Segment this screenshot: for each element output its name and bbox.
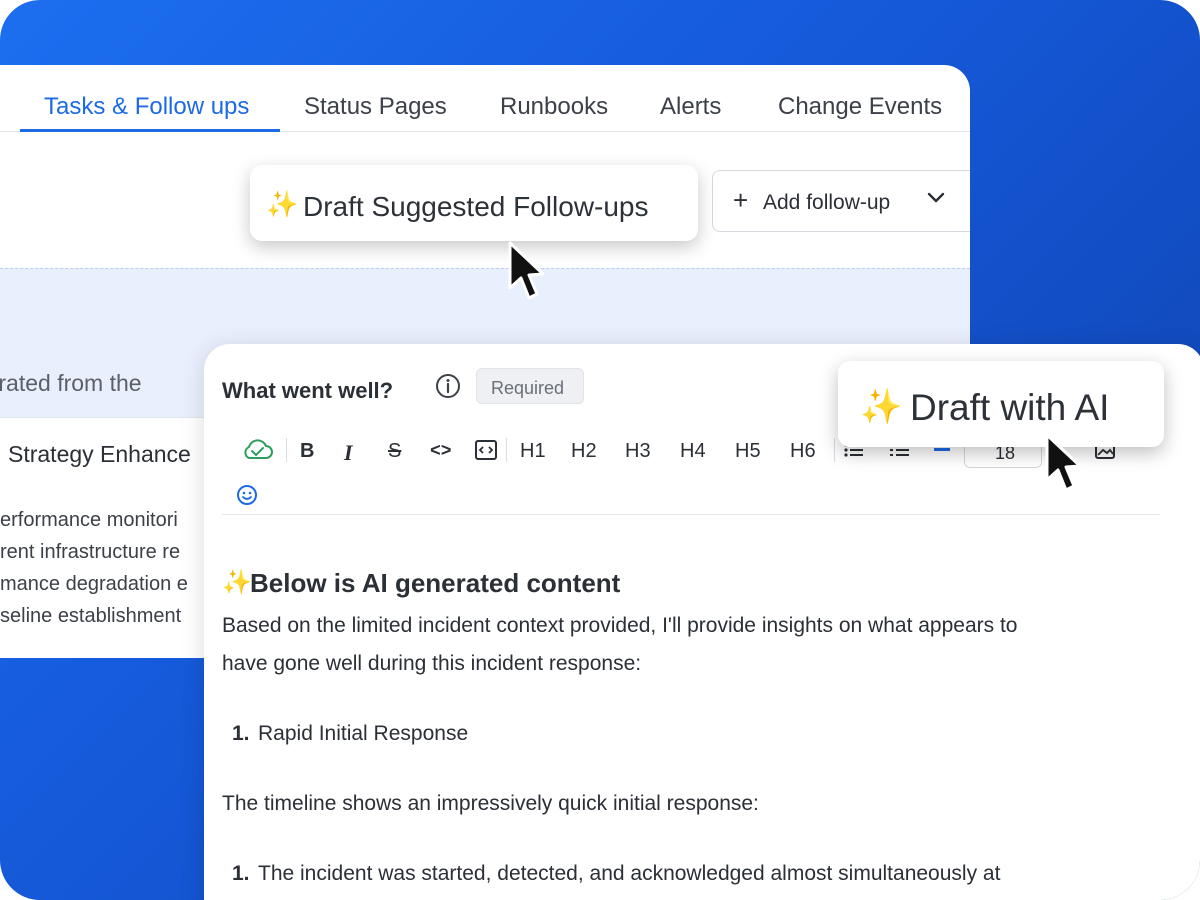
heading-4-button[interactable]: H4 <box>680 440 706 463</box>
draft-with-ai-label: Draft with AI <box>910 387 1110 428</box>
required-badge: Required <box>476 368 584 404</box>
follow-up-line: mance degradation e <box>0 573 188 595</box>
heading-1-button[interactable]: H1 <box>520 440 546 463</box>
list-item-text: Rapid Initial Response <box>258 722 469 745</box>
sparkles-icon: ✨ <box>222 569 252 596</box>
tab-status-pages[interactable]: Status Pages <box>304 93 447 121</box>
required-label: Required <box>491 378 565 398</box>
info-icon[interactable] <box>435 373 461 399</box>
follow-up-line: rent infrastructure re <box>0 541 181 563</box>
paragraph-text: Based on the limited incident context pr… <box>222 614 1018 637</box>
tab-alerts[interactable]: Alerts <box>660 93 721 121</box>
draft-suggested-follow-ups-button[interactable]: ✨ Draft Suggested Follow-ups <box>250 165 698 241</box>
heading-6-button[interactable]: H6 <box>790 440 816 463</box>
bold-button[interactable]: B <box>300 440 314 463</box>
italic-button[interactable]: I <box>344 440 353 466</box>
add-follow-up-label: Add follow-up <box>763 191 891 214</box>
draft-follow-ups-label: Draft Suggested Follow-ups <box>303 191 649 222</box>
ai-content-heading: Below is AI generated content <box>250 568 621 598</box>
toolbar-separator <box>286 438 287 462</box>
mouse-cursor-icon <box>1045 433 1082 492</box>
tab-bar: Tasks & Follow ups Status Pages Runbooks… <box>0 65 970 132</box>
follow-up-line: erformance monitori <box>0 509 178 531</box>
sparkles-icon: ✨ <box>860 388 903 426</box>
background-frame: Tasks & Follow ups Status Pages Runbooks… <box>0 0 1200 900</box>
heading-2-button[interactable]: H2 <box>571 440 597 463</box>
active-tab-indicator <box>20 129 280 132</box>
chevron-down-icon[interactable] <box>927 189 945 207</box>
paragraph-text: have gone well during this incident resp… <box>222 652 642 675</box>
inline-code-button[interactable]: <> <box>430 442 452 462</box>
paragraph-text: The timeline shows an impressively quick… <box>222 792 759 815</box>
tab-tasks-follow-ups[interactable]: Tasks & Follow ups <box>44 93 249 121</box>
strikethrough-button[interactable]: S <box>388 440 401 463</box>
heading-3-button[interactable]: H3 <box>625 440 651 463</box>
follow-up-line: seline establishment <box>0 605 182 627</box>
follow-up-title: Strategy Enhance <box>8 441 191 467</box>
plus-icon: + <box>733 185 749 215</box>
list-number: 1. <box>232 722 250 745</box>
tab-runbooks[interactable]: Runbooks <box>500 93 608 121</box>
list-number: 1. <box>232 862 250 885</box>
cloud-check-icon <box>244 439 273 459</box>
toolbar-separator <box>834 438 835 462</box>
draft-with-ai-button[interactable]: ✨ Draft with AI <box>838 361 1164 447</box>
add-follow-up-button[interactable]: + Add follow-up <box>712 170 970 232</box>
heading-5-button[interactable]: H5 <box>735 440 761 463</box>
mouse-cursor-icon <box>508 241 545 300</box>
emoji-icon[interactable] <box>236 484 258 506</box>
horizontal-rule-icon[interactable] <box>934 448 950 452</box>
toolbar-divider <box>222 514 1160 515</box>
question-title: What went well? <box>222 378 394 403</box>
toolbar-separator <box>506 438 507 462</box>
generated-notice: enerated from the <box>0 370 142 396</box>
list-item-text: The incident was started, detected, and … <box>258 862 1001 885</box>
tab-change-events[interactable]: Change Events <box>778 93 942 121</box>
code-block-icon[interactable] <box>474 439 498 461</box>
sparkles-icon: ✨ <box>266 189 299 219</box>
